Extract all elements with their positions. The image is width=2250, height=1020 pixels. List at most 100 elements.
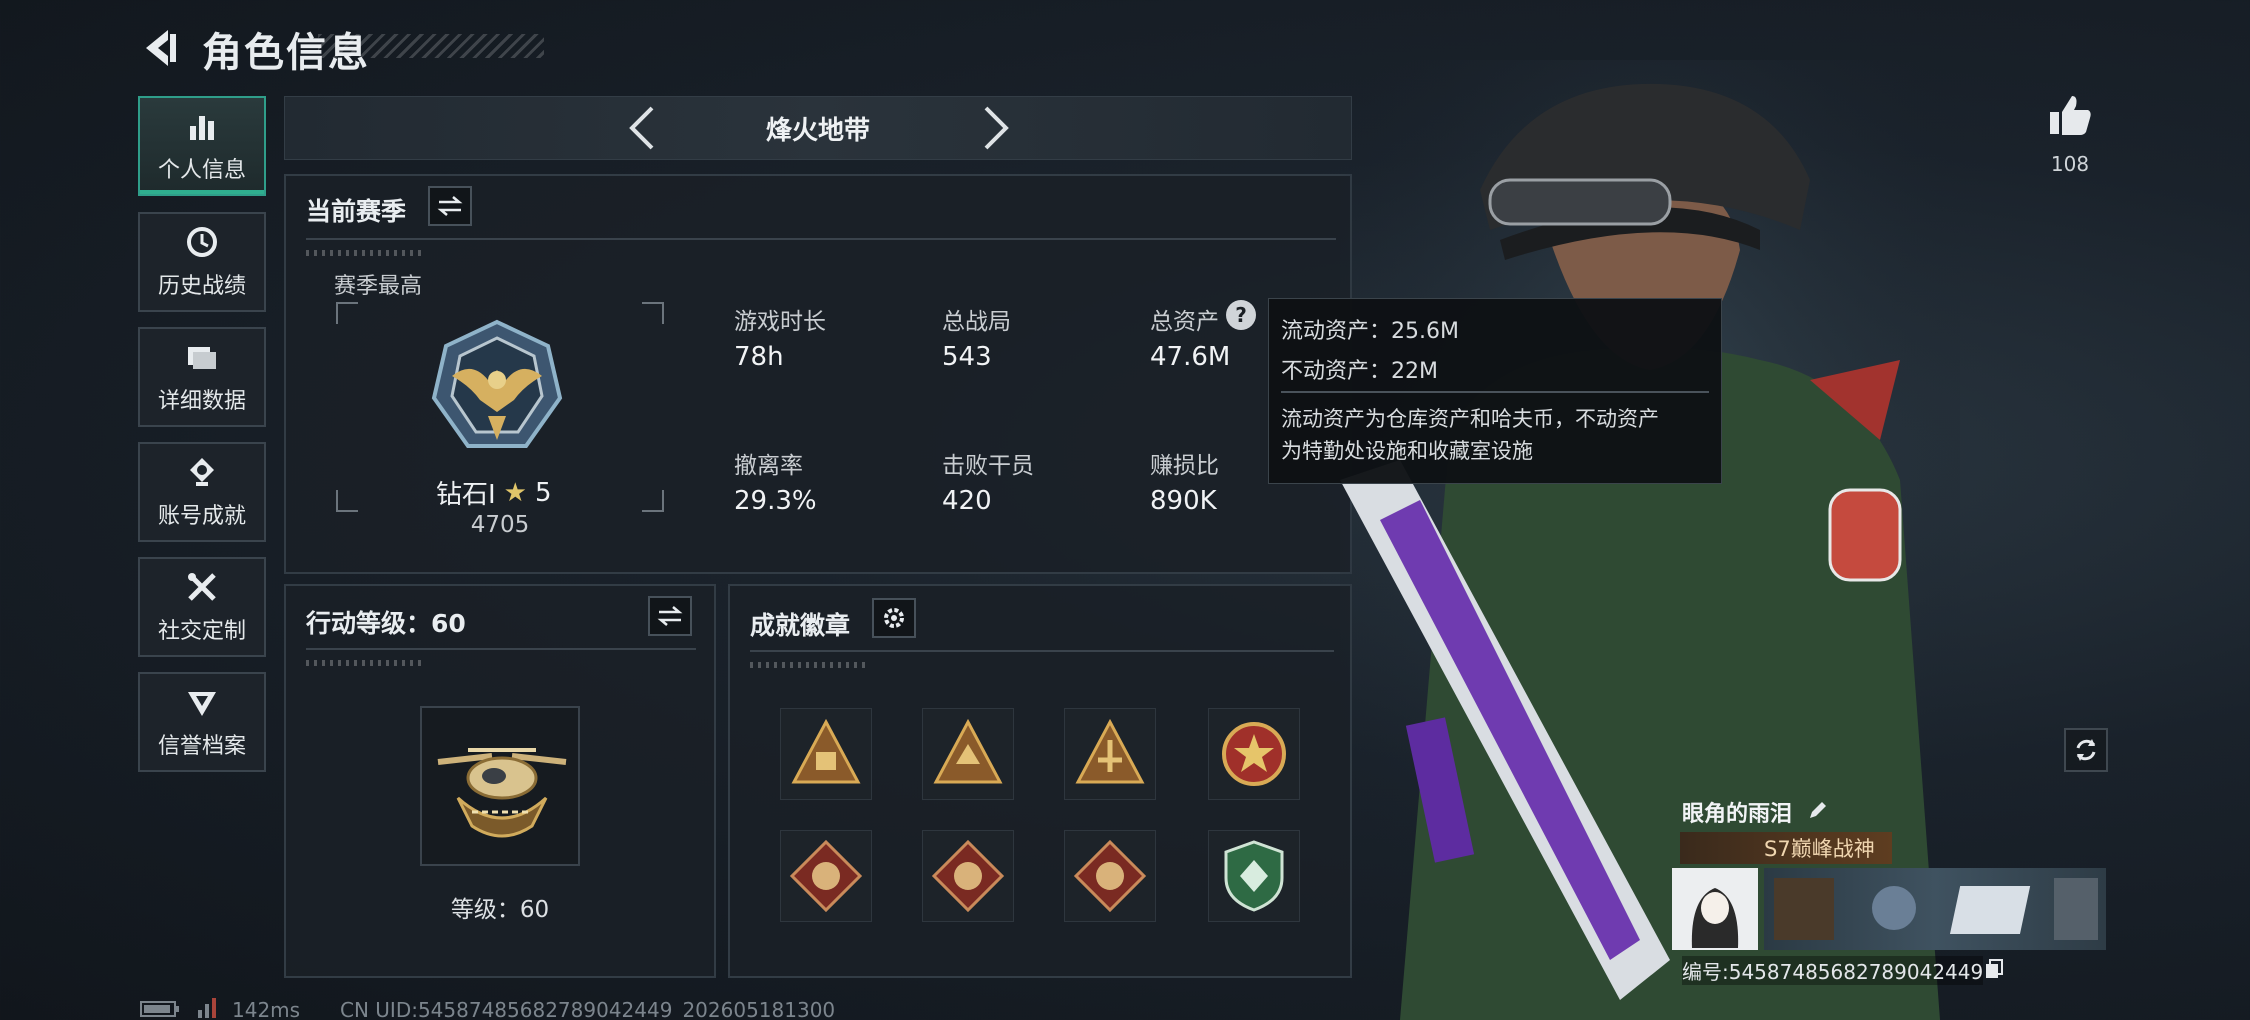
ping-readout: 142ms [232,998,301,1020]
uid-readout: CN UID:54587485682789042449_202605181300 [340,998,836,1020]
helicopter-level-icon [437,748,567,838]
rotate-model-button[interactable] [2064,728,2108,772]
nav-item-social[interactable]: 社交定制 [138,557,266,657]
stat-label: 总资产 [1150,309,1219,335]
stat-value: 543 [942,342,992,372]
tooltip-desc: 为特勤处设施和收藏室设施 [1281,439,1533,463]
season-best-label: 赛季最高 [334,274,423,299]
achievement-badge[interactable] [922,830,1014,922]
divider-dots [306,660,426,666]
player-id: 编号:54587485682789042449 [1682,956,1984,985]
reputation-icon [188,692,216,716]
like-count: 108 [2050,152,2090,176]
achievement-badge[interactable] [780,708,872,800]
stat-label: 游戏时长 [734,309,826,335]
folder-icon [188,347,216,369]
nav-item-label: 详细数据 [157,389,246,414]
nav-item-detail-data[interactable]: 详细数据 [138,327,266,427]
divider [750,650,1334,652]
switch-level-button[interactable] [648,596,692,636]
switch-season-button[interactable] [428,186,472,226]
achievement-badge[interactable] [1064,830,1156,922]
thumbs-up-icon[interactable] [2048,92,2094,138]
level-title: 行动等级：60 [306,609,466,638]
nav-item-label: 信誉档案 [157,734,246,759]
level-caption: 等级：60 [450,897,550,923]
star-medal-icon [1222,722,1286,786]
divider [306,648,696,650]
frame-corner [642,490,664,512]
swap-icon [657,606,683,626]
mode-label: 烽火地带 [765,115,870,146]
nav-item-history[interactable]: 历史战绩 [138,212,266,312]
title-decoration [318,34,544,58]
chevron-right-icon[interactable] [968,102,1020,154]
shield-badge-icon [1224,840,1284,912]
star-icon: ★ [503,477,527,508]
signal-icon [198,998,216,1018]
player-title-tag: S7巅峰战神 [1680,832,1892,864]
divider [1281,391,1709,393]
back-arrow-icon[interactable] [138,26,182,70]
profile-banner [1764,868,2106,950]
divider-dots [306,250,426,256]
stat-label: 击败干员 [942,453,1034,479]
stat-value: 47.6M [1150,342,1231,372]
stat-value: 78h [734,342,784,372]
tooltip-fixed: 不动资产：22M [1281,359,1438,384]
avatar-frame[interactable] [1672,868,1758,950]
nav-item-label: 社交定制 [157,619,246,644]
tools-icon [188,573,216,601]
frame-corner [336,302,358,324]
divider [306,238,1336,240]
rank-points: 4705 [470,512,530,538]
achievement-badge[interactable] [922,708,1014,800]
achievement-badge[interactable] [1208,830,1300,922]
history-clock-icon [187,227,217,257]
tooltip-liquid: 流动资产：25.6M [1281,319,1459,344]
rank-stars: 5 [534,477,552,508]
edit-pencil-icon[interactable] [1806,798,1830,822]
dragon-badge-icon [931,839,1005,913]
copy-icon[interactable] [1984,958,2004,980]
rank-line: 钻石Ⅰ ★ 5 [436,474,552,511]
badges-title: 成就徽章 [750,611,851,640]
badge-settings-button[interactable] [872,598,916,638]
dragon-badge-icon [789,839,863,913]
nav-item-achievements[interactable]: 账号成就 [138,442,266,542]
pyramid-badge-icon [791,718,861,784]
dragon-badge-icon [1073,839,1147,913]
achievement-icon [190,458,214,486]
stat-value: 420 [942,486,992,516]
pyramid-badge-icon [1075,718,1145,784]
frame-corner [336,490,358,512]
nav-item-label: 历史战绩 [157,274,246,299]
nav-item-reputation[interactable]: 信誉档案 [138,672,266,772]
frame-corner [642,302,664,324]
help-icon[interactable]: ? [1226,300,1256,330]
chevron-left-icon[interactable] [618,102,670,154]
stat-label: 总战局 [942,309,1011,335]
swap-icon [437,196,463,216]
nav-item-personal-info[interactable]: 个人信息 [138,96,266,196]
banner-image [1774,878,2098,940]
tooltip-desc: 流动资产为仓库资产和哈夫币，不动资产 [1281,407,1659,431]
achievement-badge[interactable] [780,830,872,922]
gear-icon [884,608,904,628]
pyramid-badge-icon [933,718,1003,784]
battery-icon [140,1001,179,1017]
level-emblem-frame [420,706,580,866]
avatar-icon [1691,888,1739,948]
nav-item-label: 个人信息 [157,158,246,183]
refresh-icon [2076,739,2096,761]
stat-label: 赚损比 [1150,453,1219,479]
diamond-rank-emblem-icon [431,319,563,448]
nav-item-label: 账号成就 [157,504,246,529]
divider-dots [750,662,870,668]
achievement-badge[interactable] [1064,708,1156,800]
stat-value: 890K [1150,486,1217,516]
bar-chart-icon [190,116,214,140]
asset-tooltip: 流动资产：25.6M 不动资产：22M 流动资产为仓库资产和哈夫币，不动资产 为… [1268,298,1722,484]
achievement-badge[interactable] [1208,708,1300,800]
rank-name: 钻石Ⅰ [436,480,496,510]
